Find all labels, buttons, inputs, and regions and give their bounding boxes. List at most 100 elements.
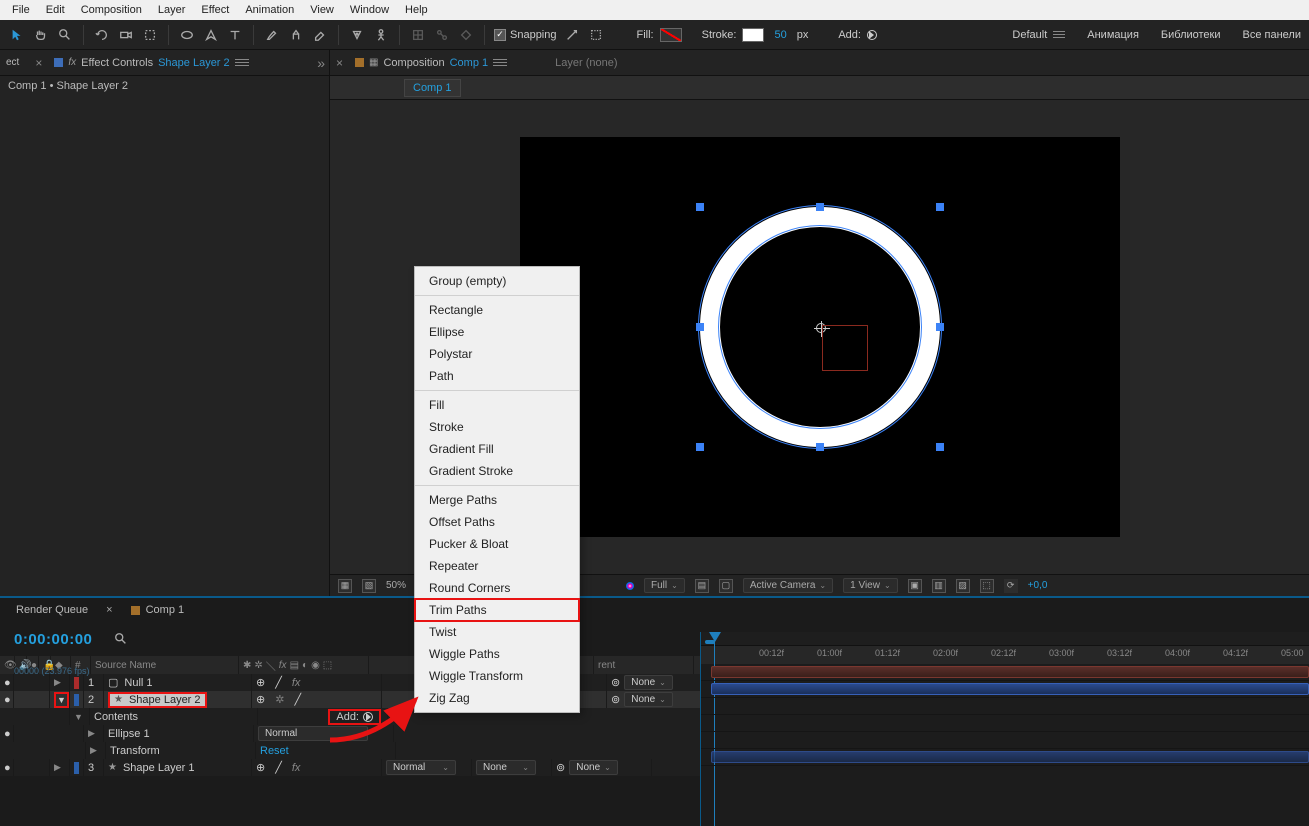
ctx-item-group[interactable]: Group (empty) xyxy=(415,270,579,292)
stroke-swatch[interactable] xyxy=(742,28,764,42)
add-shape-button-icon[interactable] xyxy=(363,712,373,722)
snapping-checkbox[interactable]: ✓Snapping xyxy=(494,29,557,41)
menu-layer[interactable]: Layer xyxy=(150,2,194,18)
layer-tab[interactable]: Layer (none) xyxy=(555,57,617,69)
mesh-tool-3-icon[interactable] xyxy=(457,26,475,44)
guides-toggle-icon[interactable]: ▢ xyxy=(719,579,733,593)
twirl-icon[interactable]: ▶ xyxy=(88,728,95,739)
label-color-icon[interactable] xyxy=(74,677,79,689)
label-color-icon[interactable] xyxy=(74,762,79,774)
label-color-icon[interactable] xyxy=(74,694,79,706)
ctx-item-stroke[interactable]: Stroke xyxy=(415,416,579,438)
ctx-item-zig-zag[interactable]: Zig Zag xyxy=(415,687,579,709)
refresh-icon[interactable]: ⟳ xyxy=(1004,579,1018,593)
pan-behind-tool-icon[interactable] xyxy=(141,26,159,44)
add-button-icon[interactable] xyxy=(867,30,877,40)
close-tab-icon[interactable]: × xyxy=(106,604,112,616)
handle-icon[interactable] xyxy=(816,203,824,211)
exposure-display[interactable]: +0,0 xyxy=(1028,580,1048,591)
trkmat-dropdown[interactable]: None⌄ xyxy=(476,760,536,775)
layer-bar[interactable] xyxy=(711,683,1309,695)
ctx-item-round-corners[interactable]: Round Corners xyxy=(415,577,579,599)
ctx-item-fill[interactable]: Fill xyxy=(415,394,579,416)
visibility-toggle[interactable]: ● xyxy=(0,691,14,708)
workspace-animation[interactable]: Анимация xyxy=(1087,29,1139,41)
close-tab-icon[interactable]: × xyxy=(336,56,343,70)
parent-pick-icon[interactable]: ⊚ xyxy=(556,761,565,774)
effect-controls-tab[interactable]: fx Effect Controls Shape Layer 2 xyxy=(48,54,254,72)
workspace-libraries[interactable]: Библиотеки xyxy=(1161,29,1221,41)
ctx-item-ellipse[interactable]: Ellipse xyxy=(415,321,579,343)
pen-tool-icon[interactable] xyxy=(202,26,220,44)
ctx-item-polystar[interactable]: Polystar xyxy=(415,343,579,365)
current-timecode[interactable]: 0:00:00:00 xyxy=(14,631,92,648)
visibility-toggle[interactable]: ● xyxy=(0,759,14,776)
grid-toggle-icon[interactable]: ▤ xyxy=(695,579,709,593)
channel-toggle-icon[interactable]: ▧ xyxy=(362,579,376,593)
stroke-width[interactable]: 50 xyxy=(770,29,790,41)
ctx-item-repeater[interactable]: Repeater xyxy=(415,555,579,577)
resolution-dropdown[interactable]: Full⌄ xyxy=(644,578,685,593)
menu-composition[interactable]: Composition xyxy=(73,2,150,18)
visibility-toggle[interactable]: ● xyxy=(0,725,14,742)
ctx-item-rectangle[interactable]: Rectangle xyxy=(415,299,579,321)
ctx-item-wiggle-transform[interactable]: Wiggle Transform xyxy=(415,665,579,687)
mesh-tool-icon[interactable] xyxy=(409,26,427,44)
reset-link[interactable]: Reset xyxy=(260,745,289,757)
menu-animation[interactable]: Animation xyxy=(237,2,302,18)
hand-tool-icon[interactable] xyxy=(32,26,50,44)
twirl-icon[interactable]: ▶ xyxy=(90,745,97,756)
menu-effect[interactable]: Effect xyxy=(193,2,237,18)
orbit-tool-icon[interactable] xyxy=(93,26,111,44)
puppet-tool-icon[interactable] xyxy=(372,26,390,44)
blend-mode-dropdown[interactable]: Normal⌄ xyxy=(258,726,368,741)
workspace-all-panels[interactable]: Все панели xyxy=(1243,29,1301,41)
blend-mode-dropdown[interactable]: Normal⌄ xyxy=(386,760,456,775)
menu-view[interactable]: View xyxy=(302,2,342,18)
menu-window[interactable]: Window xyxy=(342,2,397,18)
workspace-default[interactable]: Default xyxy=(1012,29,1065,41)
zoom-display[interactable]: 50% xyxy=(386,580,406,591)
switch-icon[interactable]: ⊕ xyxy=(256,761,265,774)
view-dropdown[interactable]: 1 View⌄ xyxy=(843,578,898,593)
ctx-item-offset-paths[interactable]: Offset Paths xyxy=(415,511,579,533)
work-area-bar[interactable] xyxy=(701,632,1309,646)
ctx-item-wiggle-paths[interactable]: Wiggle Paths xyxy=(415,643,579,665)
brush-tool-icon[interactable] xyxy=(263,26,281,44)
layer-bar[interactable] xyxy=(711,751,1309,763)
ctx-item-merge-paths[interactable]: Merge Paths xyxy=(415,489,579,511)
comp-breadcrumb[interactable]: Comp 1 xyxy=(404,79,461,97)
ellipse-tool-icon[interactable] xyxy=(178,26,196,44)
mesh-tool-2-icon[interactable] xyxy=(433,26,451,44)
layer-search[interactable] xyxy=(102,632,362,646)
col-visibility-icon[interactable]: 👁 xyxy=(0,656,15,674)
twirl-icon[interactable]: ▼ xyxy=(74,712,83,722)
selection-tool-icon[interactable] xyxy=(8,26,26,44)
text-tool-icon[interactable] xyxy=(226,26,244,44)
switch-icon[interactable]: ⊕ xyxy=(256,676,265,689)
ctx-item-twist[interactable]: Twist xyxy=(415,621,579,643)
ctx-item-gradient-fill[interactable]: Gradient Fill xyxy=(415,438,579,460)
tab-overflow-icon[interactable]: » xyxy=(317,55,323,71)
ctx-item-pucker-bloat[interactable]: Pucker & Bloat xyxy=(415,533,579,555)
visibility-toggle[interactable]: ● xyxy=(0,674,14,691)
menu-help[interactable]: Help xyxy=(397,2,436,18)
eraser-tool-icon[interactable] xyxy=(311,26,329,44)
fill-swatch[interactable] xyxy=(660,28,682,42)
switch-icon[interactable]: ⊕ xyxy=(256,693,265,706)
roi-icon[interactable]: ▥ xyxy=(932,579,946,593)
col-source[interactable]: Source Name xyxy=(91,656,239,674)
parent-dropdown[interactable]: None⌄ xyxy=(624,692,673,707)
roto-tool-icon[interactable] xyxy=(348,26,366,44)
panel-menu-icon[interactable] xyxy=(235,59,249,66)
twirl-icon[interactable]: ▶ xyxy=(54,677,61,688)
mask-toggle-icon[interactable]: ▣ xyxy=(908,579,922,593)
transparency-icon[interactable]: ▨ xyxy=(956,579,970,593)
parent-pick-icon[interactable]: ⊚ xyxy=(611,676,620,689)
canvas[interactable] xyxy=(520,137,1120,537)
parent-dropdown[interactable]: None⌄ xyxy=(624,675,673,690)
handle-icon[interactable] xyxy=(696,443,704,451)
parent-pick-icon[interactable]: ⊚ xyxy=(611,693,620,706)
menu-file[interactable]: File xyxy=(4,2,38,18)
alpha-toggle-icon[interactable]: ▦ xyxy=(338,579,352,593)
